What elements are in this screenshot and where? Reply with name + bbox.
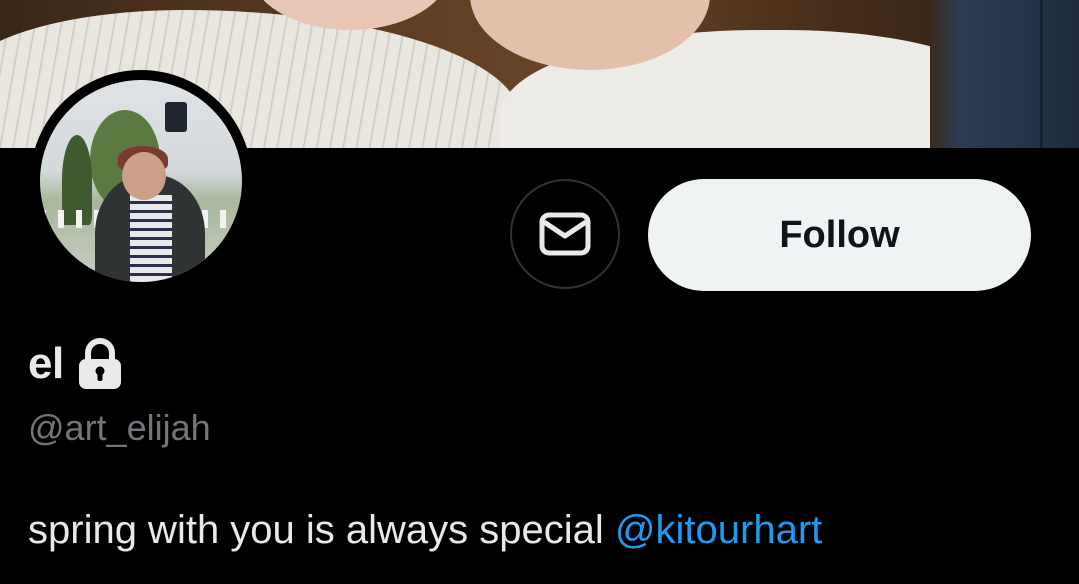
envelope-icon [539, 212, 591, 256]
profile-name-row: el [28, 336, 124, 392]
banner-bookshelf [930, 0, 1079, 148]
message-button[interactable] [510, 179, 620, 289]
avatar-photo [40, 80, 242, 282]
avatar-camera [165, 102, 187, 132]
profile-bio: spring with you is always special @kitou… [28, 508, 822, 553]
avatar-striped-shirt [130, 195, 172, 282]
lock-icon [78, 338, 121, 389]
follow-button[interactable]: Follow [648, 179, 1031, 291]
banner-book-edge [1040, 0, 1043, 148]
profile-page: Follow el @art_elijah spring with you is… [0, 0, 1079, 584]
avatar-head [122, 152, 166, 200]
bio-text: spring with you is always special [28, 508, 615, 552]
profile-avatar[interactable] [30, 70, 252, 292]
display-name: el [28, 339, 64, 388]
profile-handle: @art_elijah [28, 407, 211, 448]
bio-mention-link[interactable]: @kitourhart [615, 508, 822, 552]
